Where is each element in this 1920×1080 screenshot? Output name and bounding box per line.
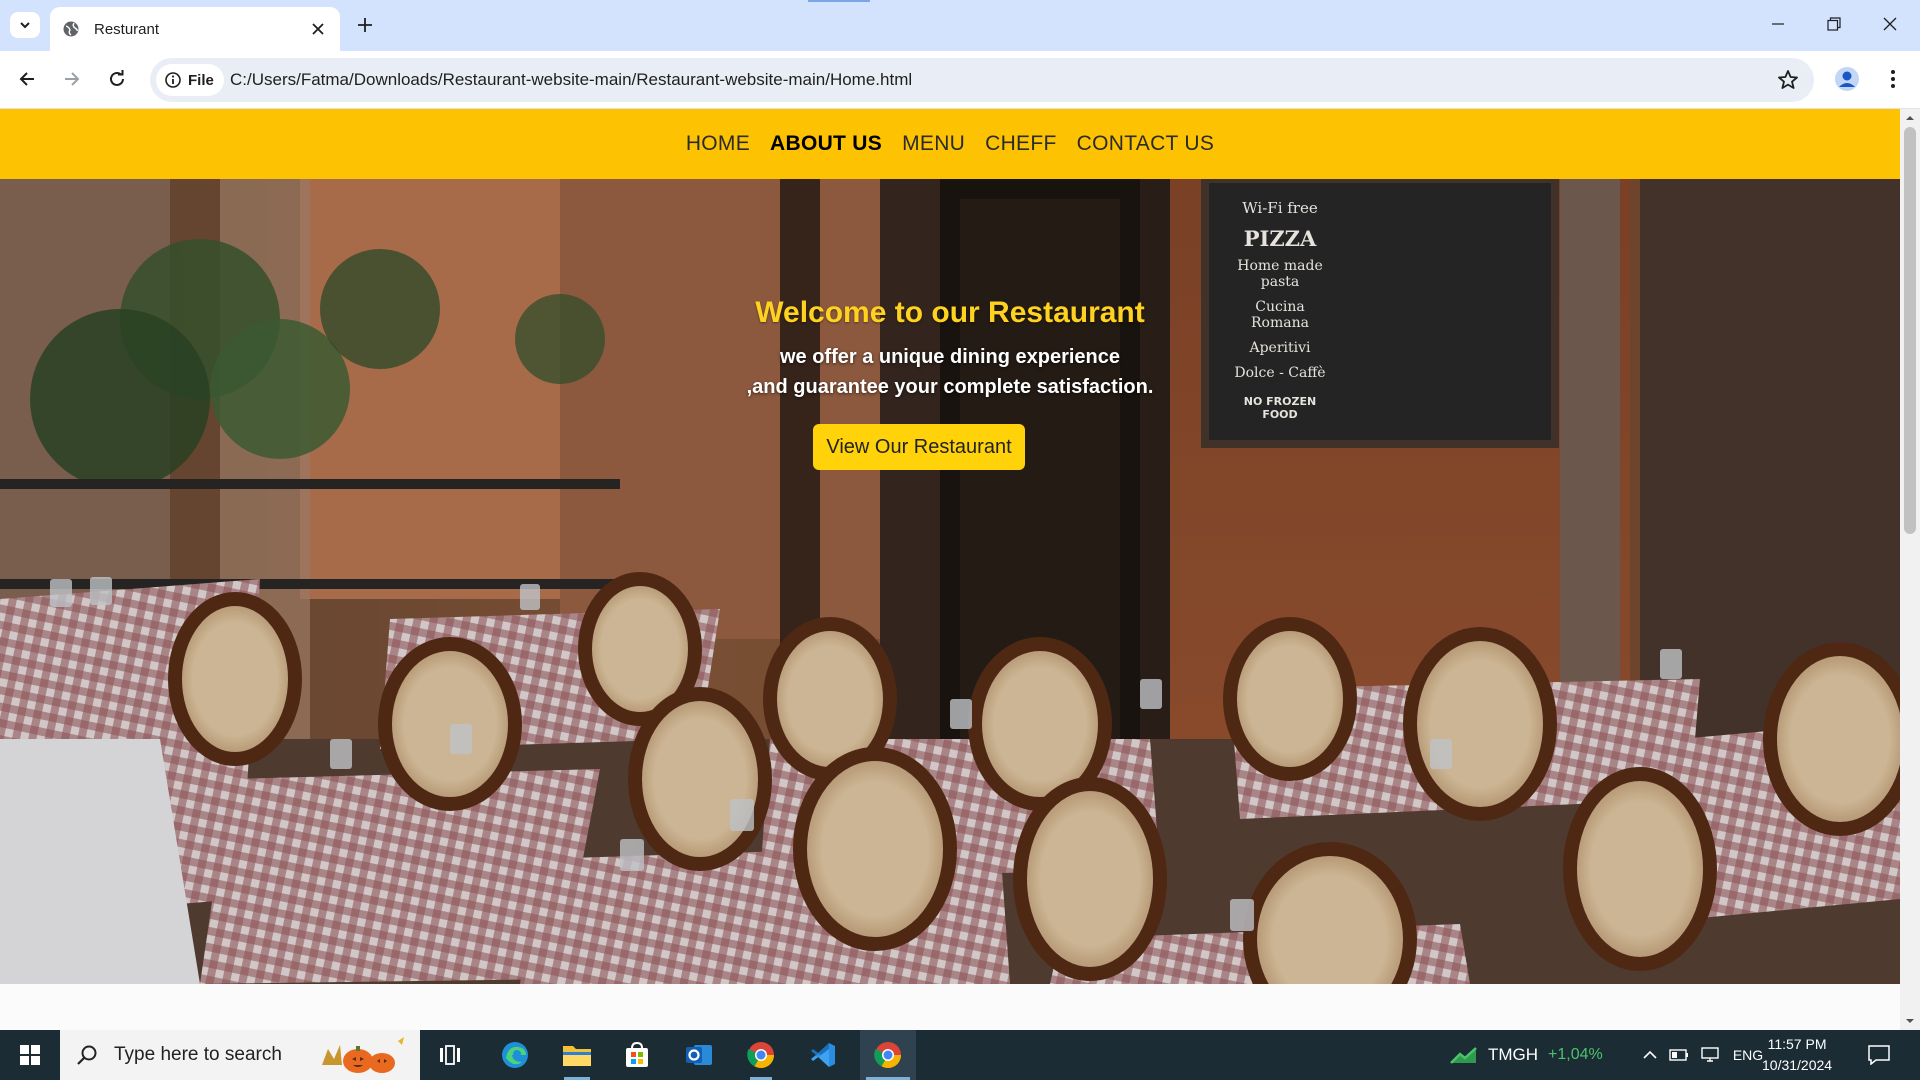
- stock-widget[interactable]: TMGH +1,04%: [1450, 1030, 1620, 1080]
- nav-about-us[interactable]: ABOUT US: [770, 132, 882, 156]
- hero-section: Wi-Fi free PIZZA Home made pasta Cucina …: [0, 179, 1900, 984]
- address-bar[interactable]: File C:/Users/Fatma/Downloads/Restaurant…: [150, 58, 1814, 102]
- clock-date: 10/31/2024: [1762, 1057, 1833, 1073]
- new-tab-button[interactable]: [352, 12, 378, 38]
- chrome-icon: [747, 1042, 775, 1069]
- scroll-down-arrow-icon[interactable]: [1900, 1014, 1920, 1028]
- nav-contact-us[interactable]: CONTACT US: [1077, 132, 1215, 156]
- back-button[interactable]: [11, 63, 43, 95]
- taskbar-file-explorer[interactable]: [552, 1030, 602, 1080]
- nav-menu[interactable]: MENU: [902, 132, 965, 156]
- task-view-icon: [440, 1045, 460, 1065]
- reload-icon: [110, 70, 124, 86]
- site-navbar: HOME ABOUT US MENU CHEFF CONTACT US: [0, 109, 1900, 179]
- folder-icon: [563, 1046, 591, 1066]
- close-icon: [312, 23, 324, 35]
- reload-button[interactable]: [101, 63, 133, 95]
- minimize-button[interactable]: [1750, 0, 1806, 48]
- taskbar-search[interactable]: Type here to search: [60, 1030, 420, 1080]
- vscode-icon: [811, 1043, 835, 1067]
- chalkboard-pizza: PIZZA: [1243, 226, 1317, 251]
- taskbar-chrome[interactable]: [736, 1030, 786, 1080]
- search-icon: [77, 1045, 97, 1065]
- store-bag-icon: [626, 1041, 648, 1067]
- hero-line-1: we offer a unique dining experience: [779, 346, 1121, 368]
- windows-taskbar: Type here to search TMGH +1,04% ENG 11:5…: [0, 1030, 1920, 1080]
- tab-search-button[interactable]: [10, 12, 40, 38]
- forward-button[interactable]: [56, 63, 88, 95]
- hero-title: Welcome to our Restaurant: [755, 296, 1145, 329]
- restore-button[interactable]: [1806, 0, 1862, 48]
- url-text: C:/Users/Fatma/Downloads/Restaurant-webs…: [230, 70, 913, 89]
- taskbar-store[interactable]: [612, 1030, 662, 1080]
- halloween-pumpkins-icon: [322, 1037, 404, 1073]
- site-chip-label: File: [188, 71, 214, 89]
- page-scrollbar[interactable]: [1900, 109, 1920, 1030]
- start-button[interactable]: [0, 1030, 60, 1080]
- language-label: ENG: [1732, 1047, 1764, 1063]
- bookmark-star-icon[interactable]: [1776, 68, 1800, 92]
- language-indicator[interactable]: ENG: [1730, 1030, 1766, 1080]
- view-restaurant-button[interactable]: View Our Restaurant: [813, 424, 1025, 470]
- taskbar-search-placeholder: Type here to search: [114, 1044, 282, 1065]
- chevron-down-icon: [20, 22, 30, 29]
- profile-button[interactable]: [1831, 63, 1863, 95]
- chevron-up-icon: [1643, 1050, 1657, 1059]
- browser-toolbar: File C:/Users/Fatma/Downloads/Restaurant…: [0, 51, 1920, 109]
- loading-indicator: [808, 0, 870, 2]
- clock-time: 11:57 PM: [1767, 1036, 1827, 1052]
- profile-avatar-icon: [1835, 67, 1859, 91]
- site-info-chip[interactable]: File: [156, 64, 224, 96]
- arrow-left-icon: [19, 72, 34, 86]
- chalkboard-pasta: Home made pasta: [1237, 258, 1323, 290]
- stock-change: +1,04%: [1548, 1046, 1603, 1063]
- network-status[interactable]: [1698, 1030, 1724, 1080]
- edge-browser-icon: [502, 1042, 528, 1068]
- browser-menu-button[interactable]: [1877, 63, 1909, 95]
- battery-icon: [1669, 1049, 1688, 1061]
- chrome-icon: [874, 1042, 902, 1069]
- show-hidden-icons-button[interactable]: [1638, 1030, 1662, 1080]
- outlook-icon: [686, 1045, 712, 1065]
- battery-status[interactable]: [1666, 1030, 1692, 1080]
- close-icon: [1883, 17, 1897, 31]
- chalkboard-wifi: Wi-Fi free: [1242, 199, 1318, 217]
- close-window-button[interactable]: [1862, 0, 1918, 48]
- nav-home[interactable]: HOME: [686, 132, 750, 156]
- taskbar-vscode[interactable]: [798, 1030, 848, 1080]
- plus-icon: [358, 18, 372, 32]
- restore-icon: [1827, 17, 1841, 31]
- nav-cheff[interactable]: CHEFF: [985, 132, 1057, 156]
- stock-ticker: TMGH: [1488, 1045, 1539, 1064]
- windows-logo-icon: [20, 1045, 40, 1065]
- taskbar-outlook[interactable]: [674, 1030, 724, 1080]
- stock-up-icon: [1450, 1047, 1477, 1064]
- scroll-up-arrow-icon[interactable]: [1900, 111, 1920, 125]
- hero-line-2: ,and guarantee your complete satisfactio…: [746, 376, 1154, 398]
- taskbar-clock[interactable]: 11:57 PM 10/31/2024: [1762, 1034, 1832, 1076]
- web-page: HOME ABOUT US MENU CHEFF CONTACT US Wi-F…: [0, 109, 1900, 1030]
- minimize-icon: [1772, 23, 1784, 25]
- more-vertical-icon: [1891, 70, 1895, 88]
- globe-icon: [63, 21, 79, 37]
- browser-tab[interactable]: Resturant: [50, 7, 340, 51]
- notification-icon: [1868, 1045, 1890, 1065]
- tab-close-button[interactable]: [308, 19, 328, 39]
- network-icon: [1701, 1047, 1719, 1062]
- taskbar-edge[interactable]: [490, 1030, 540, 1080]
- notifications-button[interactable]: [1862, 1030, 1896, 1080]
- info-icon: [165, 72, 181, 88]
- taskbar-chrome-active[interactable]: [860, 1030, 916, 1080]
- browser-titlebar: Resturant: [0, 0, 1920, 51]
- task-view-button[interactable]: [430, 1030, 470, 1080]
- tab-title: Resturant: [94, 20, 160, 38]
- arrow-right-icon: [65, 72, 80, 86]
- scrollbar-thumb[interactable]: [1904, 127, 1916, 534]
